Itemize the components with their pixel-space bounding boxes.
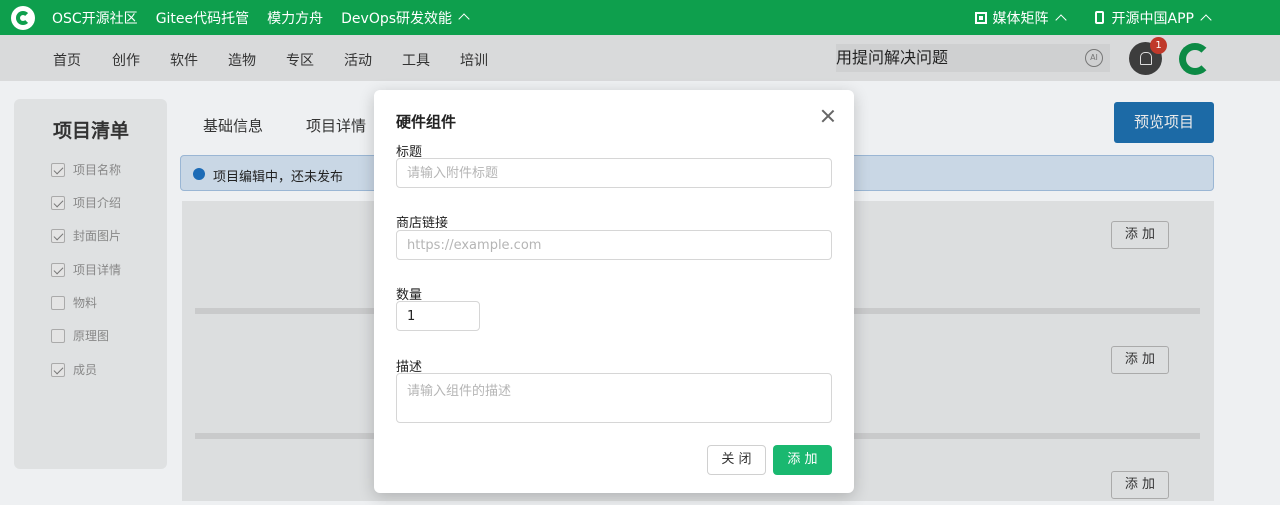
quantity-input[interactable] bbox=[396, 301, 480, 331]
checkbox-checked-icon bbox=[51, 362, 65, 377]
info-icon bbox=[193, 168, 205, 180]
tab-basic-info[interactable]: 基础信息 bbox=[203, 115, 263, 136]
add-component-button[interactable]: 添 加 bbox=[773, 445, 832, 475]
top-link-gitee[interactable]: Gitee代码托管 bbox=[156, 8, 249, 28]
top-link-moli[interactable]: 模力方舟 bbox=[267, 8, 323, 28]
close-button[interactable]: 关 闭 bbox=[707, 445, 766, 475]
dialog-title: 硬件组件 bbox=[396, 113, 457, 131]
qrcode-icon bbox=[974, 11, 987, 24]
top-link-devops[interactable]: DevOps研发效能 bbox=[341, 8, 470, 28]
top-link-osc[interactable]: OSC开源社区 bbox=[52, 8, 138, 28]
nav-item-tools[interactable]: 工具 bbox=[402, 50, 430, 70]
checkbox-checked-icon bbox=[51, 262, 65, 277]
media-matrix-menu[interactable]: 媒体矩阵 bbox=[974, 8, 1067, 28]
checkbox-checked-icon bbox=[51, 195, 65, 210]
nav-item-software[interactable]: 软件 bbox=[170, 50, 198, 70]
hardware-component-dialog: 硬件组件 标题 商店链接 数量 描述 关 闭 添 加 bbox=[374, 90, 854, 493]
store-link-input[interactable] bbox=[396, 230, 832, 260]
checklist-item[interactable]: 原理图 bbox=[51, 327, 109, 344]
checkbox-empty-icon bbox=[51, 295, 65, 310]
nav-item-events[interactable]: 活动 bbox=[344, 50, 372, 70]
nav-item-zone[interactable]: 专区 bbox=[286, 50, 314, 70]
add-button[interactable]: 添 加 bbox=[1111, 346, 1169, 374]
checklist-item[interactable]: 成员 bbox=[51, 361, 97, 378]
top-right-group: 媒体矩阵 开源中国APP bbox=[974, 0, 1280, 35]
osc-logo-icon[interactable] bbox=[11, 5, 35, 30]
checklist-item[interactable]: 项目详情 bbox=[51, 261, 121, 278]
description-textarea[interactable] bbox=[396, 373, 832, 423]
add-button[interactable]: 添 加 bbox=[1111, 471, 1169, 499]
ai-icon[interactable]: AI bbox=[1085, 49, 1103, 67]
app-menu[interactable]: 开源中国APP bbox=[1094, 8, 1212, 28]
checkbox-checked-icon bbox=[51, 162, 65, 177]
chevron-up-icon bbox=[458, 12, 470, 25]
checklist-item[interactable]: 封面图片 bbox=[51, 227, 121, 244]
nav-item-create[interactable]: 创作 bbox=[112, 50, 140, 70]
nav-item-training[interactable]: 培训 bbox=[460, 50, 488, 70]
chevron-up-icon bbox=[1054, 13, 1067, 26]
nav-item-maker[interactable]: 造物 bbox=[228, 50, 256, 70]
checklist-item[interactable]: 项目名称 bbox=[51, 161, 121, 178]
project-checklist: 项目清单 项目名称 项目介绍 封面图片 项目详情 物料 原理图 成员 bbox=[14, 99, 167, 469]
top-bar: OSC开源社区 Gitee代码托管 模力方舟 DevOps研发效能 媒体矩阵 开… bbox=[0, 0, 1280, 35]
nav-item-home[interactable]: 首页 bbox=[53, 50, 81, 70]
tab-project-details[interactable]: 项目详情 bbox=[306, 115, 366, 136]
search-input[interactable]: 用提问解决问题 bbox=[836, 44, 1110, 72]
phone-icon bbox=[1094, 11, 1104, 24]
checklist-item[interactable]: 项目介绍 bbox=[51, 194, 121, 211]
title-input[interactable] bbox=[396, 158, 832, 188]
store-link-label: 商店链接 bbox=[396, 216, 449, 231]
chevron-up-icon bbox=[1200, 13, 1212, 26]
notification-badge: 1 bbox=[1150, 37, 1167, 54]
checkbox-checked-icon bbox=[51, 228, 65, 243]
checklist-title: 项目清单 bbox=[53, 120, 130, 142]
checklist-item[interactable]: 物料 bbox=[51, 294, 97, 311]
user-logo-icon[interactable] bbox=[1179, 43, 1211, 75]
close-icon[interactable] bbox=[820, 108, 836, 124]
add-button[interactable]: 添 加 bbox=[1111, 221, 1169, 249]
checkbox-empty-icon bbox=[51, 328, 65, 343]
preview-project-button[interactable]: 预览项目 bbox=[1114, 102, 1214, 143]
